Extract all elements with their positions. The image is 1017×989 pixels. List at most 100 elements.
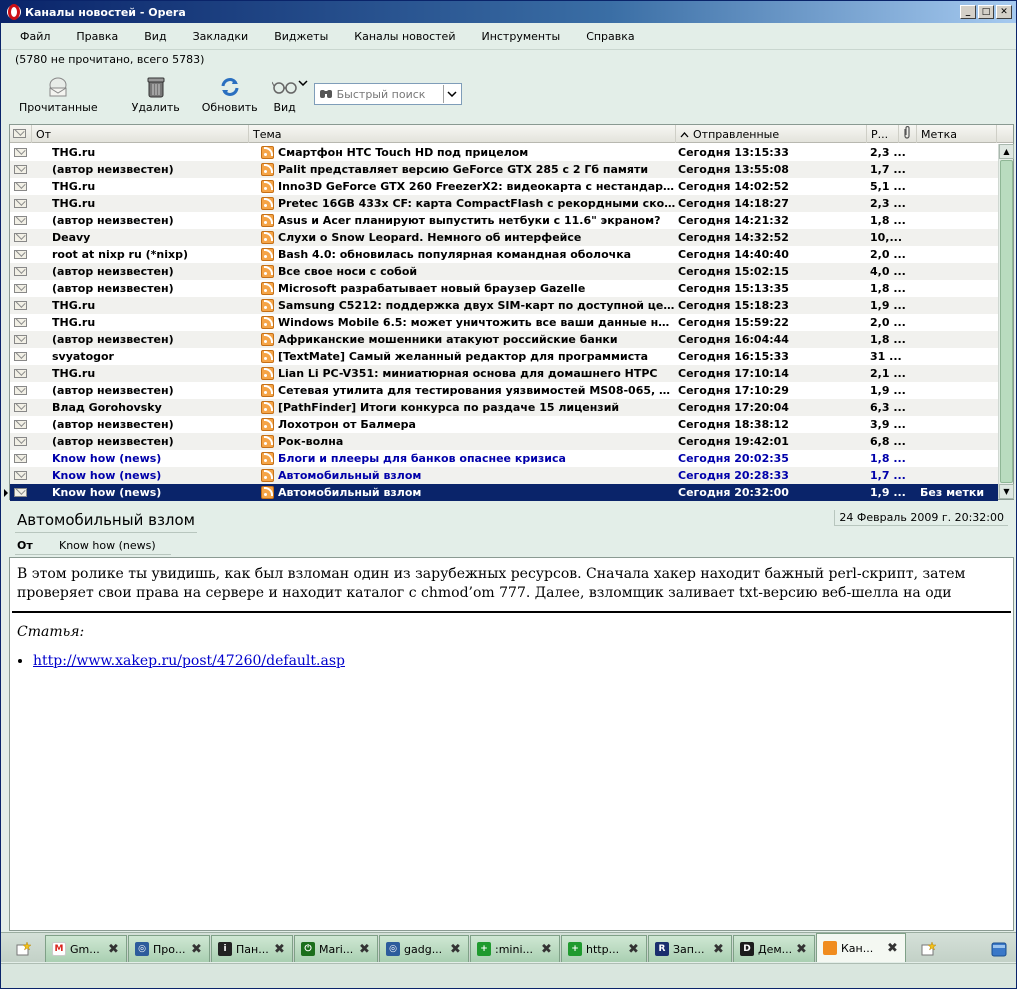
table-row[interactable]: root at nixp ru (*nixp) Bash 4.0: обновил… [10,246,998,263]
row-sent: Сегодня 15:59:22 [678,316,789,329]
menu-bar: Файл Правка Вид Закладки Виджеты Каналы … [1,25,1016,47]
column-subject-header[interactable]: Тема [249,125,676,143]
column-sent-header[interactable]: Отправленные [676,125,867,143]
tab-10[interactable]: Кан... ✖ [816,933,906,962]
table-row[interactable]: (автор неизвестен) Рок-волна Сегодня 19:42… [10,433,998,450]
envelope-icon [14,471,27,480]
tab-close-icon[interactable]: ✖ [713,942,725,957]
message-rows: THG.ru Смартфон HTC Touch HD под прицелом… [4,144,998,501]
trash-can-icon[interactable] [986,935,1012,962]
envelope-icon [14,233,27,242]
tab-8[interactable]: R Зап... ✖ [648,935,732,962]
tab-close-icon[interactable]: ✖ [541,942,553,957]
column-sent-label: Отправленные [693,127,780,141]
quick-search-input[interactable]: Быстрый поиск [313,83,462,105]
maximize-button[interactable]: □ [978,5,994,19]
tab-5[interactable]: ◎ gadg... ✖ [379,935,469,962]
delete-button[interactable]: Удалить [132,71,180,114]
menu-view[interactable]: Вид [131,30,179,43]
tab-4[interactable]: ⏻ Mari... ✖ [294,935,378,962]
tab-9[interactable]: D Дем... ✖ [733,935,815,962]
tab-3[interactable]: i Пан... ✖ [211,935,293,962]
opera-logo-icon [7,5,21,19]
table-row[interactable]: (автор неизвестен) Asus и Acer планируют … [10,212,998,229]
minimize-button[interactable]: _ [960,5,976,19]
table-row[interactable]: THG.ru Inno3D GeForce GTX 260 FreezerX2: … [10,178,998,195]
refresh-button[interactable]: Обновить [202,71,258,114]
menu-tools[interactable]: Инструменты [468,30,573,43]
row-subject: Сетевая утилита для тестирования уязвимо… [278,384,676,397]
message-from-label: От [17,539,33,552]
table-row[interactable]: (автор неизвестен) Лохотрон от Балмера Сег… [10,416,998,433]
closed-tabs-star-icon[interactable] [915,935,941,962]
envelope-icon [14,454,27,463]
table-row[interactable]: Know how (news) Блоги и плееры для банков… [10,450,998,467]
table-row[interactable]: (автор неизвестен) Microsoft разрабатывае… [10,280,998,297]
table-row[interactable]: (автор неизвестен) Все свое носи с собой С… [10,263,998,280]
table-row[interactable]: THG.ru Samsung C5212: поддержка двух SIM-… [10,297,998,314]
column-attachment-header[interactable] [899,125,917,143]
gmail-icon: M [52,942,66,956]
tab-7[interactable]: + http... ✖ [561,935,647,962]
tab-close-icon[interactable]: ✖ [628,942,640,957]
tab-close-icon[interactable]: ✖ [359,942,371,957]
message-list-scrollbar[interactable]: ▲ ▼ [998,144,1014,499]
table-row[interactable]: svyatogor [TextMate] Самый желанный редак… [10,348,998,365]
menu-feeds[interactable]: Каналы новостей [341,30,468,43]
scroll-up-icon[interactable]: ▲ [999,144,1014,159]
row-subject: Lian Li PC-V351: миниатюрная основа для … [278,367,658,380]
scroll-thumb[interactable] [1000,160,1013,483]
view-dropdown-arrow-icon[interactable] [298,71,310,95]
message-counter: (5780 не прочитано, всего 5783) [1,49,1016,69]
view-button[interactable]: Вид [271,71,298,114]
row-from: (автор неизвестен) [52,384,174,397]
article-link[interactable]: http://www.xakep.ru/post/47260/default.a… [33,653,345,669]
table-row[interactable]: THG.ru Pretec 16GB 433x CF: карта Compact… [10,195,998,212]
envelope-icon [14,488,27,497]
tab-6[interactable]: +:mini... ✖ [470,935,560,962]
column-status-header[interactable] [10,125,32,143]
tab-close-icon[interactable]: ✖ [274,942,286,957]
table-row[interactable]: THG.ru Windows Mobile 6.5: может уничтожи… [10,314,998,331]
column-size-header[interactable]: Р... [867,125,899,143]
table-row[interactable]: (автор неизвестен) Африканские мошенники … [10,331,998,348]
opera-window: Каналы новостей - Opera _ □ ✕ Файл Правк… [0,0,1017,989]
column-from-header[interactable]: От [32,125,249,143]
scroll-down-icon[interactable]: ▼ [999,484,1014,499]
menu-bookmarks[interactable]: Закладки [180,30,262,43]
menu-help[interactable]: Справка [573,30,647,43]
column-label-header[interactable]: Метка [917,125,997,143]
close-button[interactable]: ✕ [996,5,1012,19]
tab-close-icon[interactable]: ✖ [887,941,899,956]
table-row[interactable]: (автор неизвестен) Palit представляет вер… [10,161,998,178]
message-link-item: http://www.xakep.ru/post/47260/default.a… [33,652,1006,671]
row-subject: Блоги и плееры для банков опаснее кризис… [278,452,566,465]
search-dropdown-icon[interactable] [442,85,461,103]
tab-close-icon[interactable]: ✖ [108,942,120,957]
menu-widgets[interactable]: Виджеты [261,30,341,43]
tab-1[interactable]: M Gm... ✖ [45,935,127,962]
rss-feed-icon [261,469,274,482]
tab-2[interactable]: ◎ Про... ✖ [128,935,210,962]
tab-close-icon[interactable]: ✖ [191,942,203,957]
table-row[interactable]: Know how (news) Автомобильный взлом Сегодн… [10,467,998,484]
new-tab-star-icon[interactable] [1,935,45,962]
menu-edit[interactable]: Правка [63,30,131,43]
table-row[interactable]: Know how (news) Автомобильный взлом Сегодн… [4,484,998,501]
message-body: В этом ролике ты увидишь, как был взлома… [9,557,1014,931]
tab-close-icon[interactable]: ✖ [450,942,462,957]
table-row[interactable]: (автор неизвестен) Сетевая утилита для те… [10,382,998,399]
table-row[interactable]: Влад Gorohovsky [PathFinder] Итоги конкур… [10,399,998,416]
message-from-value[interactable]: Know how (news) [59,539,156,552]
mark-read-button[interactable]: Прочитанные [19,71,98,114]
row-size: 31 ... [870,350,902,363]
table-row[interactable]: THG.ru Смартфон HTC Touch HD под прицелом… [10,144,998,161]
row-label [920,433,998,450]
info-icon: i [218,942,232,956]
tab-close-icon[interactable]: ✖ [796,942,808,957]
row-from: (автор неизвестен) [52,265,174,278]
title-bar[interactable]: Каналы новостей - Opera _ □ ✕ [1,1,1016,23]
table-row[interactable]: THG.ru Lian Li PC-V351: миниатюрная основ… [10,365,998,382]
table-row[interactable]: Deavy Слухи о Snow Leopard. Немного об ин… [10,229,998,246]
menu-file[interactable]: Файл [7,30,63,43]
